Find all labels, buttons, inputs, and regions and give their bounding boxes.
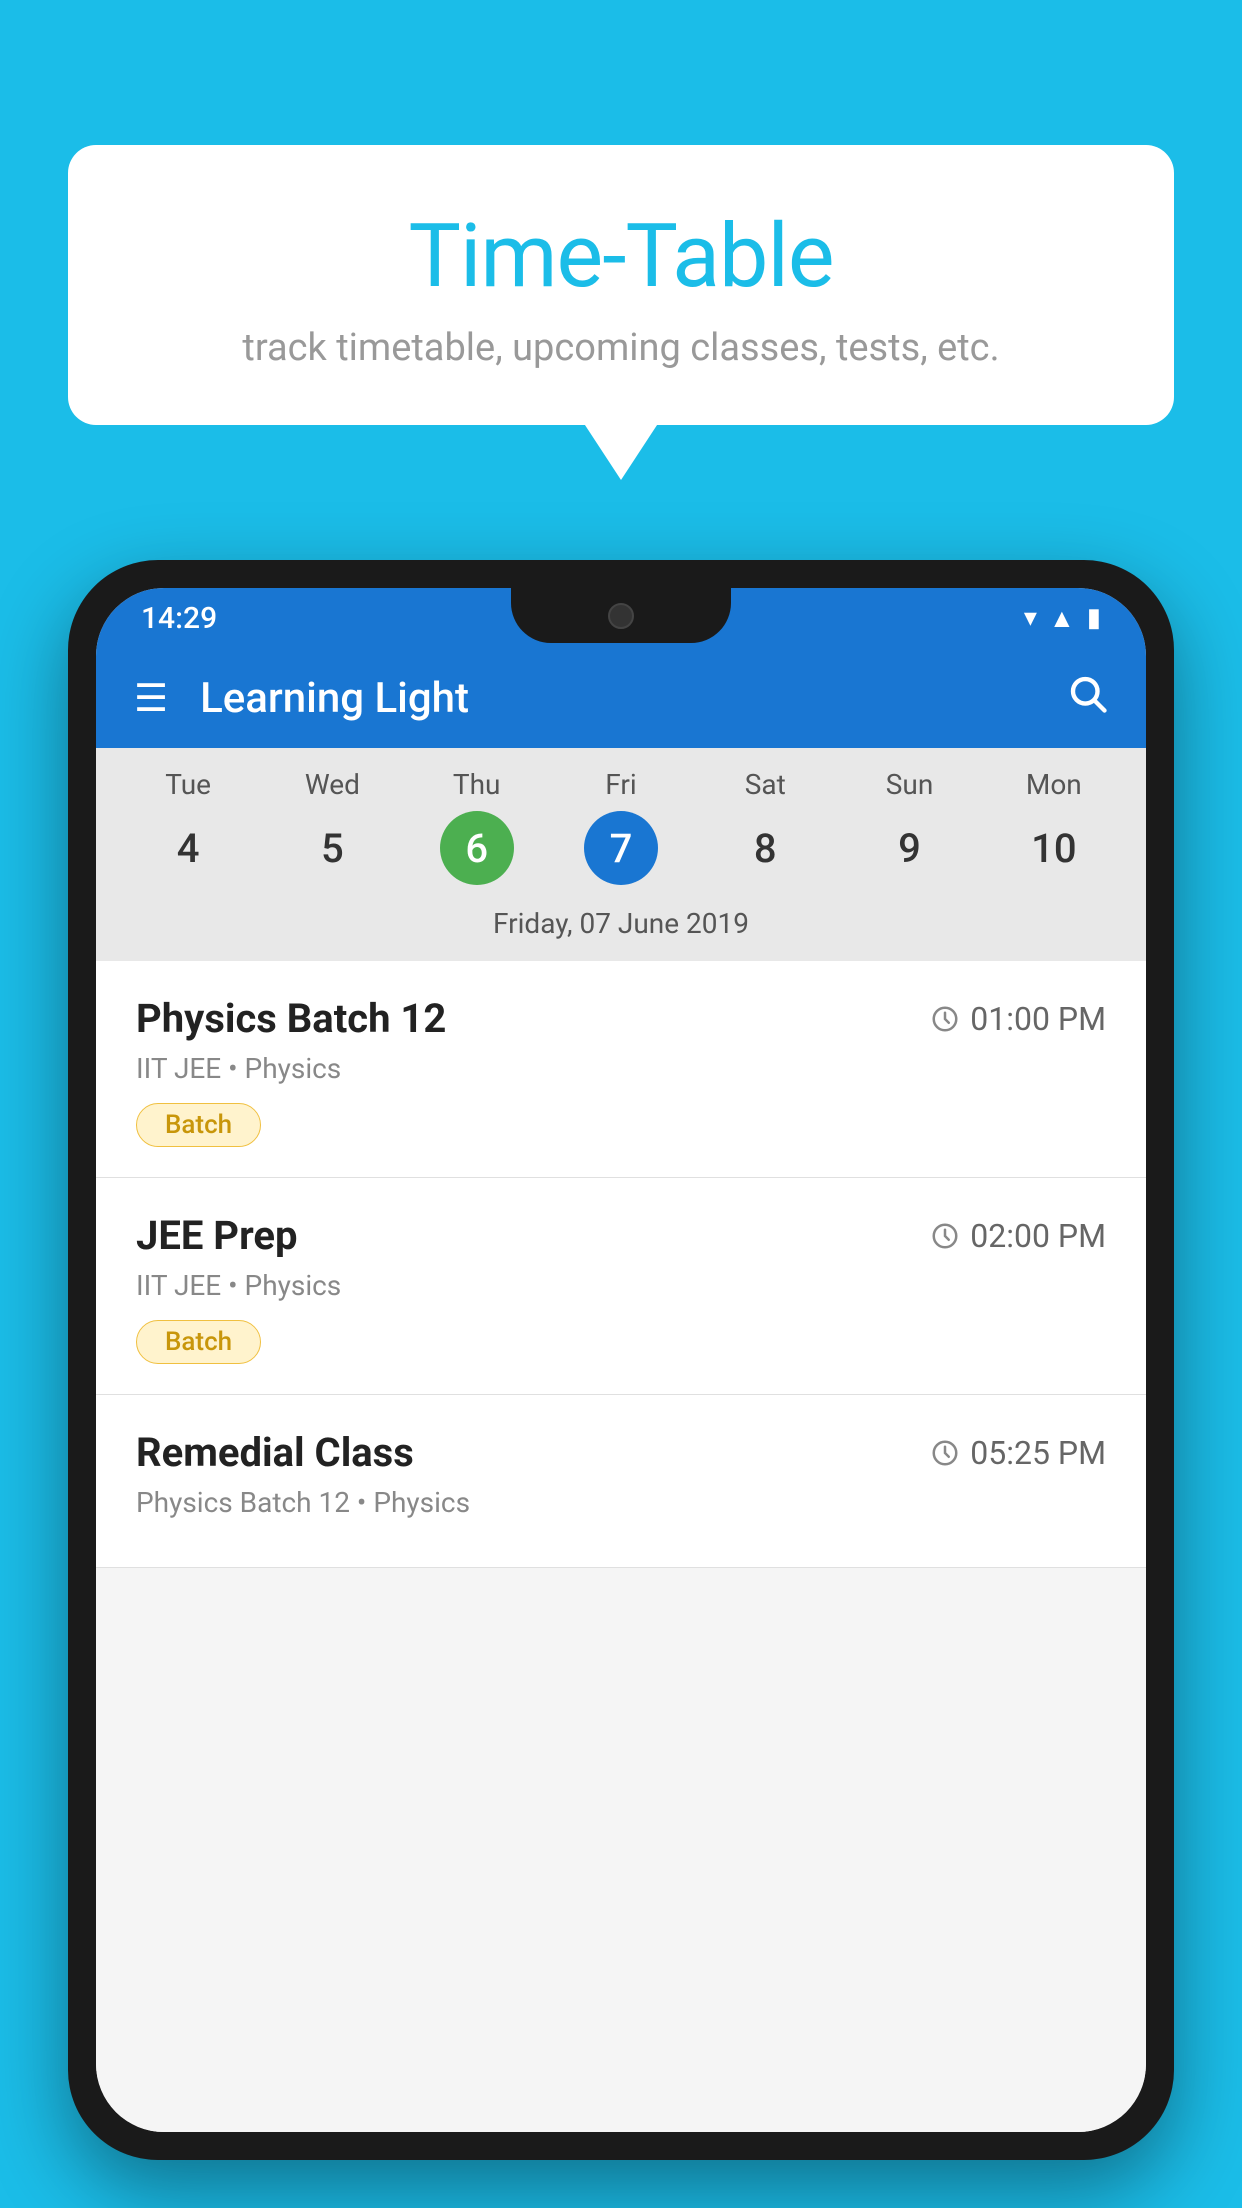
signal-icon: ▲ [1049, 603, 1075, 634]
selected-date-label: Friday, 07 June 2019 [96, 897, 1146, 946]
schedule-list: Physics Batch 12 01:00 PM IIT JEE • Physic… [96, 961, 1146, 2132]
battery-icon: ▮ [1087, 603, 1101, 633]
phone-camera [608, 603, 634, 629]
app-bar: ☰ Learning Light [96, 648, 1146, 748]
phone-screen: 14:29 ▾ ▲ ▮ ☰ Learning Light [96, 588, 1146, 2132]
day-number[interactable]: 9 [873, 811, 947, 885]
speech-bubble-container: Time-Table track timetable, upcoming cla… [68, 145, 1174, 425]
item-subtitle: Physics Batch 12 • Physics [136, 1486, 1106, 1519]
calendar-strip: Tue 4 Wed 5 Thu 6 Fri 7 Sat 8 Sun 9 Mon 10 Friday, 07… [96, 748, 1146, 961]
status-time: 14:29 [141, 601, 217, 636]
day-name: Fri [605, 768, 636, 801]
app-title: Learning Light [200, 674, 1066, 723]
day-number[interactable]: 6 [440, 811, 514, 885]
day-number[interactable]: 10 [1017, 811, 1091, 885]
day-name: Sun [886, 768, 934, 801]
day-col[interactable]: Sun 9 [845, 768, 975, 885]
schedule-item[interactable]: Physics Batch 12 01:00 PM IIT JEE • Physic… [96, 961, 1146, 1178]
item-header: Remedial Class 05:25 PM [136, 1429, 1106, 1476]
day-number[interactable]: 4 [151, 811, 225, 885]
batch-badge: Batch [136, 1103, 261, 1147]
bubble-title: Time-Table [118, 205, 1124, 308]
day-col[interactable]: Wed 5 [267, 768, 397, 885]
day-name: Tue [165, 768, 211, 801]
day-number[interactable]: 5 [295, 811, 369, 885]
item-time: 01:00 PM [930, 1000, 1106, 1038]
day-name: Sat [745, 768, 786, 801]
days-row: Tue 4 Wed 5 Thu 6 Fri 7 Sat 8 Sun 9 Mon 10 [96, 768, 1146, 885]
day-name: Thu [453, 768, 501, 801]
phone-notch [511, 588, 731, 643]
day-col[interactable]: Fri 7 [556, 768, 686, 885]
item-subtitle: IIT JEE • Physics [136, 1269, 1106, 1302]
wifi-icon: ▾ [1024, 603, 1037, 633]
day-number[interactable]: 7 [584, 811, 658, 885]
item-title: JEE Prep [136, 1212, 297, 1259]
day-name: Mon [1026, 768, 1082, 801]
schedule-item[interactable]: JEE Prep 02:00 PM IIT JEE • Physics Batch [96, 1178, 1146, 1395]
batch-badge: Batch [136, 1320, 261, 1364]
day-col[interactable]: Mon 10 [989, 768, 1119, 885]
day-col[interactable]: Sat 8 [700, 768, 830, 885]
item-subtitle: IIT JEE • Physics [136, 1052, 1106, 1085]
status-icons: ▾ ▲ ▮ [1024, 603, 1101, 634]
phone-frame: 14:29 ▾ ▲ ▮ ☰ Learning Light [68, 560, 1174, 2160]
item-header: JEE Prep 02:00 PM [136, 1212, 1106, 1259]
speech-bubble: Time-Table track timetable, upcoming cla… [68, 145, 1174, 425]
day-col[interactable]: Thu 6 [412, 768, 542, 885]
item-title: Physics Batch 12 [136, 995, 446, 1042]
menu-icon[interactable]: ☰ [134, 676, 168, 721]
bubble-subtitle: track timetable, upcoming classes, tests… [118, 326, 1124, 370]
item-title: Remedial Class [136, 1429, 414, 1476]
item-time: 02:00 PM [930, 1217, 1106, 1255]
item-time: 05:25 PM [930, 1434, 1106, 1472]
day-number[interactable]: 8 [728, 811, 802, 885]
search-icon[interactable] [1066, 672, 1108, 724]
item-header: Physics Batch 12 01:00 PM [136, 995, 1106, 1042]
day-name: Wed [305, 768, 360, 801]
phone-container: 14:29 ▾ ▲ ▮ ☰ Learning Light [68, 560, 1174, 2160]
schedule-item[interactable]: Remedial Class 05:25 PM Physics Batch 12 •… [96, 1395, 1146, 1568]
day-col[interactable]: Tue 4 [123, 768, 253, 885]
